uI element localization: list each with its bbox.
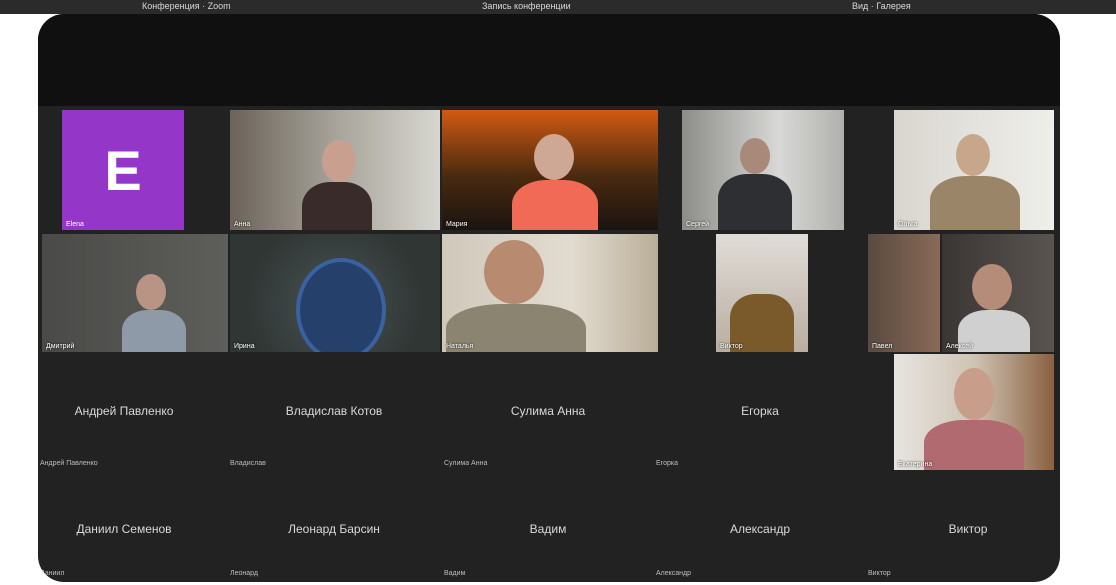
participant-small-name: Даниил	[40, 570, 65, 577]
participant-video-tile[interactable]: Сергей	[682, 110, 844, 230]
participant-name-only[interactable]: Андрей Павленко	[75, 404, 174, 418]
participant-small-name: Вадим	[444, 570, 466, 577]
participant-small-name: Александр	[656, 570, 692, 577]
participant-name: Анна	[234, 221, 251, 228]
participant-small-name: Виктор	[868, 570, 891, 577]
participant-video-tile[interactable]: Виктор	[716, 234, 808, 352]
participant-video-tile[interactable]: Ольга	[894, 110, 1054, 230]
participant-name-only[interactable]: Егорка	[741, 404, 779, 418]
participant-name-only[interactable]: Владислав Котов	[286, 404, 383, 418]
participant-small-name: Леонард	[230, 570, 258, 577]
participant-name: Екатерина	[898, 461, 933, 468]
participant-name-only[interactable]: Даниил Семенов	[76, 522, 171, 536]
participant-name: Виктор	[720, 343, 743, 350]
title-center-text: Запись конференции	[482, 1, 571, 11]
participant-name: Elena	[66, 221, 84, 228]
participant-name-only[interactable]: Вадим	[530, 522, 567, 536]
participant-video-tile[interactable]: Дмитрий	[42, 234, 228, 352]
participant-name: Павел	[872, 343, 893, 350]
participant-small-name: Владислав	[230, 460, 266, 467]
meeting-gallery-view: E Elena Анна Мария Сергей Ольга Дмитрий	[38, 14, 1060, 582]
participant-video-tile[interactable]: Анна	[230, 110, 440, 230]
participant-video-tile[interactable]: Алексей	[942, 234, 1054, 352]
avatar-initial: E	[104, 138, 142, 202]
meeting-top-bar	[38, 14, 1060, 106]
participant-small-name: Сулима Анна	[444, 460, 488, 467]
participant-name: Сергей	[686, 221, 710, 228]
window-title-strip: Конференция · Zoom Запись конференции Ви…	[0, 0, 1116, 14]
participant-name: Ольга	[898, 221, 918, 228]
participant-name: Наталья	[446, 343, 474, 350]
title-right-text: Вид · Галерея	[852, 1, 911, 11]
title-left-text: Конференция · Zoom	[142, 1, 231, 11]
participant-name-only[interactable]: Александр	[730, 522, 790, 536]
participant-small-name: Егорка	[656, 460, 678, 467]
participant-name: Мария	[446, 221, 468, 228]
participant-small-name: Андрей Павленко	[40, 460, 98, 467]
participant-video-tile[interactable]: Наталья	[442, 234, 658, 352]
participant-name-only[interactable]: Леонард Барсин	[288, 522, 380, 536]
participant-video-tile[interactable]: Павел	[868, 234, 940, 352]
participant-name: Дмитрий	[46, 343, 75, 350]
participant-name: Ирина	[234, 343, 255, 350]
participant-avatar-tile[interactable]: E Elena	[62, 110, 184, 230]
participant-video-tile[interactable]: Ирина	[230, 234, 440, 352]
participant-name: Алексей	[946, 343, 974, 350]
participant-name-only[interactable]: Сулима Анна	[511, 404, 585, 418]
participant-video-tile[interactable]: Мария	[442, 110, 658, 230]
participant-name-only[interactable]: Виктор	[949, 522, 988, 536]
participant-video-tile[interactable]: Екатерина	[894, 354, 1054, 470]
